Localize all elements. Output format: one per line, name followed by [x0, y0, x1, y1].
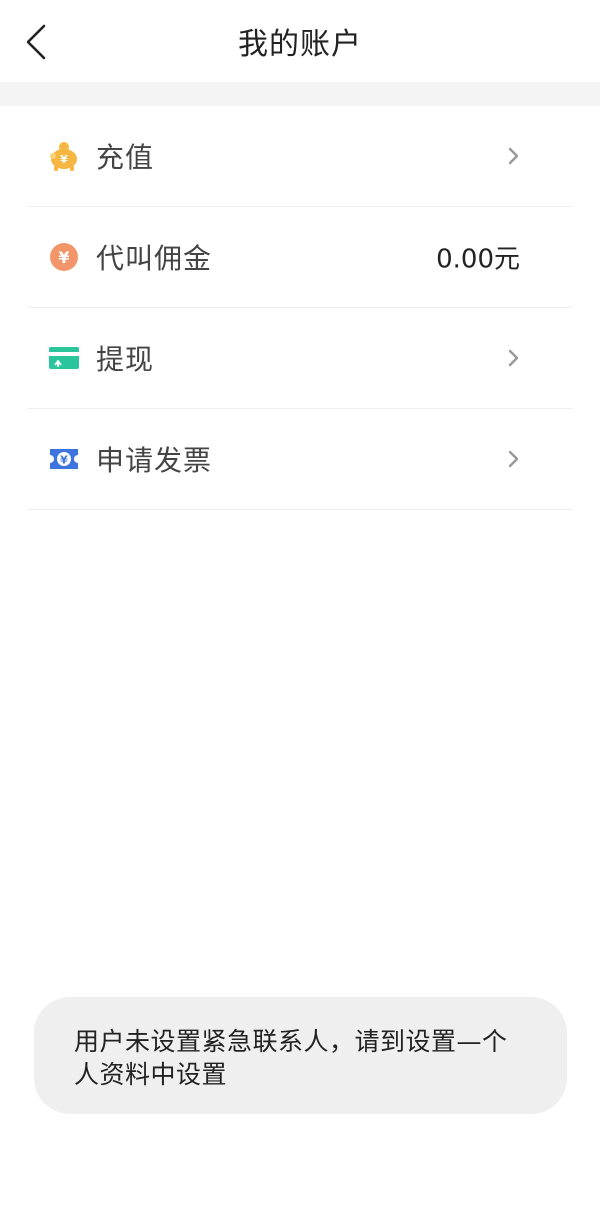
menu-item-label: 充值	[96, 141, 155, 174]
chevron-right-icon	[508, 349, 519, 367]
invoice-ticket-icon: ¥	[48, 443, 80, 475]
chevron-left-icon	[26, 24, 46, 60]
toast-message: 用户未设置紧急联系人，请到设置—个人资料中设置	[34, 997, 567, 1114]
account-menu: ¥ 充值 ¥ 代叫佣金 0.00元 提现 ¥ 申请发票	[0, 106, 600, 510]
back-button[interactable]	[14, 18, 58, 66]
section-separator	[0, 82, 600, 106]
menu-item-withdraw[interactable]: 提现	[28, 308, 572, 409]
svg-text:¥: ¥	[58, 248, 69, 267]
header-bar: 我的账户	[0, 0, 600, 82]
chevron-right-icon	[508, 450, 519, 468]
yuan-coin-icon: ¥	[48, 241, 80, 273]
account-screen: 我的账户 ¥ 充值 ¥ 代叫佣金 0.00元 提现 ¥ 申请发票 用户未设置紧急…	[0, 0, 600, 1221]
svg-text:¥: ¥	[60, 153, 68, 166]
card-withdraw-icon	[48, 342, 80, 374]
chevron-right-icon	[508, 147, 519, 165]
menu-item-recharge[interactable]: ¥ 充值	[28, 106, 572, 207]
menu-item-invoice[interactable]: ¥ 申请发票	[28, 409, 572, 510]
commission-amount: 0.00元	[436, 244, 520, 275]
piggy-bank-icon: ¥	[48, 140, 80, 172]
svg-text:¥: ¥	[60, 454, 68, 467]
menu-item-label: 代叫佣金	[96, 242, 213, 275]
page-title: 我的账户	[238, 27, 362, 62]
menu-item-label: 提现	[96, 343, 155, 376]
menu-item-label: 申请发票	[96, 444, 213, 477]
menu-item-commission[interactable]: ¥ 代叫佣金 0.00元	[28, 207, 572, 308]
